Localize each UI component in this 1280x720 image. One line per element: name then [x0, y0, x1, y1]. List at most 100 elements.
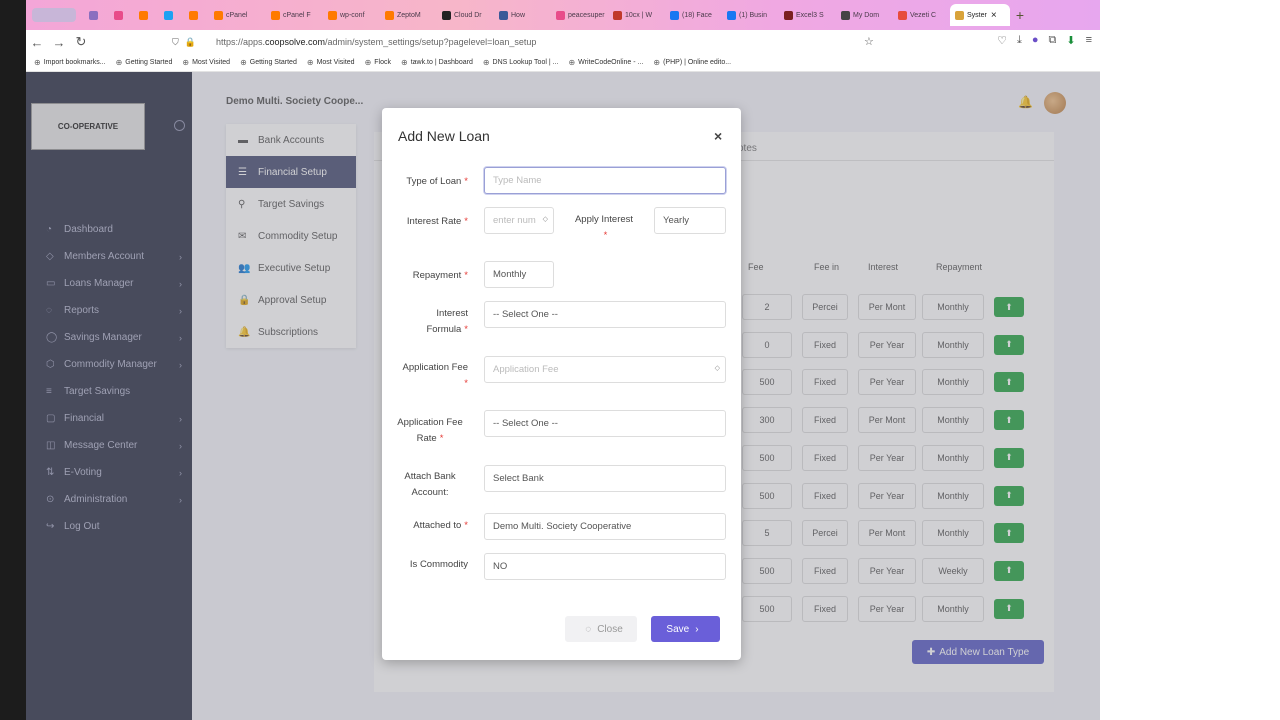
interest-rate-wrap: ◇	[484, 207, 554, 234]
attach-bank-select[interactable]: Select Bank	[484, 465, 726, 492]
close-tab-icon[interactable]: ×	[991, 10, 997, 21]
bookmark-item[interactable]: ⊕ DNS Lookup Tool | ...	[483, 58, 559, 67]
close-button[interactable]: ◌ Close	[565, 616, 637, 642]
tab-label: cPanel	[226, 11, 248, 19]
repayment-value: Monthly	[493, 269, 527, 280]
tab-favicon-icon	[841, 10, 850, 20]
toolbar-extensions: ♡ ⤓ ● ⧉ ⬇ ≡	[997, 34, 1092, 47]
close-icon[interactable]: ×	[714, 128, 722, 144]
bookmark-item[interactable]: ⊕ Getting Started	[240, 58, 297, 67]
outer-right-blank	[1100, 0, 1280, 720]
download-icon[interactable]: ⤓	[1017, 34, 1022, 47]
browser-toolbar: ← → ↻ ⛉ 🔒 https://apps. coopsolve.com/adm…	[26, 30, 1100, 54]
bookmark-label: WriteCodeOnline - ...	[578, 59, 644, 66]
extension-icon[interactable]: ●	[1032, 34, 1039, 47]
bookmark-item[interactable]: ⊕ Most Visited	[182, 58, 230, 67]
browser-tab[interactable]: 10cx | W	[608, 4, 665, 26]
is-commodity-select[interactable]: NO	[484, 553, 726, 580]
tab-label: Cloud Dr	[454, 11, 482, 19]
bookmark-label: Most Visited	[192, 59, 231, 66]
apply-interest-value: Yearly	[663, 215, 690, 226]
bookmark-label: Most Visited	[316, 59, 355, 66]
bookmark-label: (PHP) | Online edito...	[663, 59, 732, 66]
tab-favicon-icon	[670, 10, 679, 20]
spinner-icon[interactable]: ◇	[543, 215, 548, 223]
tab-favicon-icon	[89, 10, 98, 20]
reload-icon[interactable]: ↻	[70, 34, 92, 50]
download-arrow-icon[interactable]: ⬇	[1066, 34, 1075, 47]
interest-rate-label: Interest Rate *	[406, 216, 468, 227]
bookmark-label: Import bookmarks...	[43, 59, 106, 66]
application-fee-rate-select[interactable]: -- Select One --	[484, 410, 726, 437]
new-tab-icon[interactable]: +	[1010, 7, 1030, 23]
bookmark-star-icon[interactable]: ☆	[864, 35, 874, 48]
browser-tab[interactable]	[134, 4, 159, 26]
tab-label: (1) Busin	[739, 11, 768, 19]
pocket-icon[interactable]: ♡	[997, 34, 1007, 47]
browser-tab[interactable]: (1) Busin	[722, 4, 779, 26]
tab-favicon-icon	[139, 10, 148, 20]
forward-icon[interactable]: →	[48, 35, 70, 50]
tab-favicon-icon	[955, 10, 964, 20]
browser-tab[interactable]: (18) Face	[665, 4, 722, 26]
repayment-select[interactable]: Monthly	[484, 261, 554, 288]
tab-label: Excel3 S	[796, 11, 824, 19]
browser-tab[interactable]: peacesuper	[551, 4, 608, 26]
tab-favicon-icon	[499, 10, 508, 20]
browser-tab[interactable]: Vezeti C	[893, 4, 950, 26]
browser-tab-active[interactable]: Syster ×	[950, 4, 1010, 26]
browser-tab[interactable]	[109, 4, 134, 26]
tab-label: How	[511, 11, 526, 19]
bookmark-item[interactable]: ⊕ (PHP) | Online edito...	[653, 58, 731, 67]
puzzle-icon[interactable]: ⧉	[1049, 34, 1057, 47]
menu-icon[interactable]: ≡	[1086, 34, 1092, 47]
browser-tab[interactable]: wp-conf	[323, 4, 380, 26]
bookmark-item[interactable]: ⊕ WriteCodeOnline - ...	[568, 58, 643, 67]
bookmark-icon: ⊕	[364, 58, 372, 67]
application-fee-rate-value: -- Select One --	[493, 418, 558, 429]
add-new-loan-modal: Add New Loan × Type of Loan* Interest Ra…	[382, 108, 741, 660]
browser-tab[interactable]	[184, 4, 209, 26]
shield-icon: ⛉	[172, 36, 179, 47]
bookmark-item[interactable]: ⊕ Flock	[365, 58, 391, 67]
back-icon[interactable]: ←	[26, 35, 48, 50]
bookmarks-bar: ⊕ Import bookmarks... ⊕ Getting Started ⊕ Mos…	[26, 54, 1100, 72]
browser-tab[interactable]	[159, 4, 184, 26]
bookmark-item[interactable]: ⊕ Most Visited	[307, 58, 355, 67]
bookmark-item[interactable]: ⊕ Import bookmarks...	[34, 58, 106, 67]
tab-favicon-icon	[164, 10, 173, 20]
url-bar[interactable]: ⛉ 🔒 https://apps. coopsolve.com/admin/sys…	[172, 32, 892, 52]
apply-interest-select[interactable]: Yearly	[654, 207, 726, 234]
attached-to-select[interactable]: Demo Multi. Society Cooperative	[484, 513, 726, 540]
bookmark-item[interactable]: ⊕ tawk.to | Dashboard	[401, 58, 473, 67]
browser-tab[interactable]: How	[494, 4, 551, 26]
tab-label: cPanel F	[283, 11, 311, 19]
spinner-icon[interactable]: ◇	[715, 364, 720, 372]
bookmark-label: Flock	[374, 59, 391, 66]
browser-tab[interactable]: cPanel F	[266, 4, 323, 26]
sidebar-toggle-icon[interactable]	[32, 8, 76, 22]
browser-tab[interactable]: ZeptoM	[380, 4, 437, 26]
bookmark-icon: ⊕	[182, 58, 190, 67]
browser-tab[interactable]: Cloud Dr	[437, 4, 494, 26]
bookmark-item[interactable]: ⊕ Getting Started	[116, 58, 173, 67]
tab-favicon-icon	[189, 10, 198, 20]
tab-favicon-icon	[898, 10, 907, 20]
type-of-loan-input[interactable]	[484, 167, 726, 194]
tab-label: Syster	[967, 11, 987, 19]
browser-tab[interactable]: Excel3 S	[779, 4, 836, 26]
repayment-label: Repayment *	[412, 270, 468, 281]
tab-label: wp-conf	[340, 11, 365, 19]
application-fee-input[interactable]	[484, 356, 726, 383]
browser-tab[interactable]	[84, 4, 109, 26]
save-button[interactable]: Save ›	[651, 616, 720, 642]
bookmark-icon: ⊕	[34, 58, 41, 67]
type-of-loan-label: Type of Loan *	[406, 176, 468, 187]
browser-tab[interactable]: My Dom	[836, 4, 893, 26]
tab-favicon-icon	[442, 10, 451, 20]
interest-formula-select[interactable]: -- Select One --	[484, 301, 726, 328]
tab-label: 10cx | W	[625, 11, 653, 19]
tab-label: My Dom	[853, 11, 880, 19]
attach-bank-label: Attach Bank Account:	[404, 471, 456, 498]
browser-tab[interactable]: cPanel	[209, 4, 266, 26]
